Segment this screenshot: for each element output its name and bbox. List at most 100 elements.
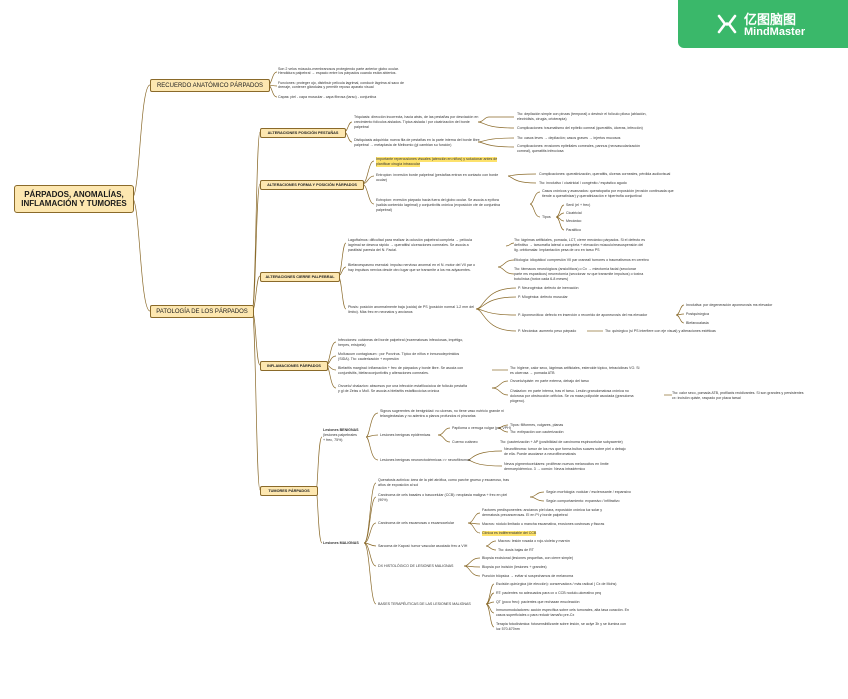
tto-chalazion-1: Tto: calor seco, pomada ATB, profilaxis … (672, 391, 804, 395)
cbc-1: Carcinoma de cels basales o basocelular … (378, 493, 508, 497)
mindmaster-logo-icon (716, 13, 738, 35)
tto-kaposi: Tto: dosis bajas de RT (498, 548, 534, 552)
tipo-paralitico: Paralítico (566, 228, 581, 232)
comp-distiquiasis-1: Complicaciones: erosiones epiteliales co… (517, 144, 641, 148)
infecciones-2: herpes, erisipela) (338, 343, 366, 347)
orzuelo-2: y gl de Zeiss o Moll. Se asocia a blefar… (338, 389, 440, 393)
dx-excisional: Biopsia excisional (lesiones pequeñas, c… (482, 556, 574, 560)
benignas-sub-2: + frec, 75%) (323, 438, 343, 442)
topic-cierre[interactable]: ALTERACIONES CIERRE PALPEBRAL (260, 272, 340, 282)
topic-patologia[interactable]: PATOLOGÍA DE LOS PÁRPADOS (150, 305, 254, 318)
kaposi: Sarcoma de Kaposi: tumor vascular asocia… (378, 544, 468, 548)
topic-forma-posicion[interactable]: ALTERACIONES FORMA Y POSICIÓN PÁRPADOS (260, 180, 364, 190)
queratosis-2: años de exposición al sol (378, 483, 419, 487)
tto-triquiasis-1: Tto: depilación simple con pinzas (tempo… (517, 112, 647, 116)
nevus-1: Nevus pigmentocelulares: proliferan nuev… (504, 462, 609, 466)
entropion-1: Entropion: inversión borde palpebral (pe… (376, 173, 499, 177)
queratosis-1: Queratosis actínica: área de la piel atr… (378, 478, 510, 482)
ptosis-blefarocalasia: Blefarocalasia (686, 321, 709, 325)
dx-puncion: Punción biópsica → evitar si sospechamos… (482, 574, 574, 578)
blefaritis-1: Blefaritis marginal: inflamación + frec … (338, 366, 464, 370)
p-neurogenica: P. Neurogénica: defecto de inervación (518, 286, 579, 290)
bases-foto-1: Terapia fotodinámica: fotosensibilizante… (496, 622, 627, 626)
etiologia: Etiología: idiopático/ compresión VII pa… (514, 258, 649, 262)
ectropion-1: Ectropion: eversión párpado hacia fuera … (376, 198, 499, 202)
cec: Carcinoma de cels escamosas o escamocelu… (378, 521, 455, 525)
molluscum-1: Molluscum contagiosum : por Poxvirus. Tí… (338, 352, 460, 356)
cbc-morfologia: Según morfología: nodular / esclerosante… (546, 490, 631, 494)
cec-macros: Macros: nódulo limitado u mancha escamat… (482, 522, 605, 526)
benignas-epidermicas: Lesiones benignas epidérmicas (380, 433, 431, 437)
mindmaster-brand-badge: 亿图脑图 MindMaster (678, 0, 848, 48)
lagoftalmos-3: parálisis/ paresia del N. Facial. (348, 248, 397, 252)
ptosis-postquirurgica: Postquirúrgica (686, 312, 709, 316)
comp-distiquiasis-2: corneal), queratitis infecciosa (517, 149, 564, 153)
blefaroespasmo-1: Blefaroespasmo esencial: impulso nervios… (348, 263, 476, 267)
nevus-2: dermoepidérmico. 3 → común: Nevus intrad… (504, 467, 586, 471)
tto-blefaro-3: botulínica (botox cada 6-8 meses) (514, 277, 569, 281)
comp-triquiasis: Complicaciones: traumatismo del epitelio… (517, 126, 643, 130)
p-aponeurotica: P. Aponeurótica: defecto en inserción o … (518, 313, 648, 317)
chalazion-2: dolorosa por obstrucción orificios. Se v… (510, 394, 634, 398)
benignas-sub-1: (lesiones palpebrales (323, 433, 357, 437)
triquiasis-1: Triquiasis: dirección incorrecta, hacia … (354, 115, 479, 119)
tipo-cicatricial: Cicatricial (566, 211, 582, 215)
tto-chalazion-2: cx: incisión quiste, raspado por placa t… (672, 396, 741, 400)
dx-incision: Biopsia por incisión (lesiones + grandes… (482, 565, 547, 569)
dx-histologico: DX HISTOLÓGICO DE LESIONES MALIGNAS (378, 564, 454, 568)
tto-entropion: Tto: involutivo / cicatricial / congénit… (539, 181, 627, 185)
lesiones-malignas[interactable]: Lesiones MALIGNAS (323, 541, 359, 546)
cec-clinica: Clínica es indiferenciable del CCB (482, 531, 537, 536)
blefaritis-2: conjuntivitis, blefaroconjuntivitis y al… (338, 371, 429, 375)
bases-inmuno-1: Inmunomoduladores: acción específica sob… (496, 608, 630, 612)
blefaroespasmo-2: hay impulsos nervios desde otro lugar qu… (348, 268, 471, 272)
distiquiasis-2: palpebral → metaplasia de Meibomio (gl c… (354, 143, 452, 147)
recuerdo-line-4: drenaje, contener glándulas y permitir r… (278, 85, 374, 89)
neurofibroma-1: Neurofibroma: tumor de los nvs que forma… (504, 447, 626, 451)
chalazion-1: Chalazion: en parte interna, tras el tar… (510, 389, 629, 393)
connector-lines (131, 71, 685, 628)
chalazion-3: piógeno). (510, 399, 525, 403)
distiquiasis-1: Distiquiasis adquirida: nueva fila de pe… (354, 138, 480, 142)
ptosis-2: limbo). Más frec en neonatos y ancianos (348, 310, 413, 314)
bases-rt: RT: pacientes no adecuados para cx o CCB… (496, 591, 602, 595)
brand-name-en: MindMaster (744, 26, 806, 38)
factores-1: Factores predisponentes: ancianos piel c… (482, 508, 603, 512)
bases-escision: Escisión quirúrgica (de elección): conse… (496, 582, 617, 586)
bases-terapeuticas: BASES TERAPÉUTICAS DE LAS LESIONES MALIG… (378, 602, 471, 606)
ptosis-involutiva: Involutiva: por degeneración aponeurosis… (686, 303, 773, 307)
lesiones-benignas[interactable]: Lesiones BENIGNAS (323, 428, 359, 433)
topic-recuerdo[interactable]: RECUERDO ANATÓMICO PÁRPADOS (150, 79, 270, 92)
lagoftalmos-2: lagrimal se deseca rápido → queratitis/ … (348, 243, 469, 247)
orzuelo-quiste: Orzuelo/quiste: en parte externa, debajo… (510, 379, 589, 383)
tipos-label: Tipos (542, 215, 551, 219)
tto-ptosis: Tto: quirúrgico (si PS interfiere con ej… (605, 329, 716, 333)
orzuelo-1: Orzuelo/ chalazion: abscesos por una inf… (338, 384, 468, 388)
triquiasis-2: crecimiento folículos aislados. Típica a… (354, 120, 470, 124)
infecciones-1: Infecciones: cutáneas del borde palpebra… (338, 338, 464, 342)
signos-1: Signos sugerentes de benignidad: no ulce… (380, 409, 504, 413)
root-topic[interactable]: PÁRPADOS, ANOMALÍAS, INFLAMACIÓN Y TUMOR… (14, 185, 134, 213)
ectropion-3: palpebral) (376, 208, 392, 212)
bases-foto-2: luz 570-670nm (496, 627, 520, 631)
comp-entropion: Complicaciones: queratinización, querati… (539, 172, 671, 176)
cuerno-cutaneo: Cuerno cutáneo (452, 440, 478, 444)
cbc-2: (90%) (378, 498, 388, 502)
topic-inflamaciones[interactable]: INFLAMACIONES PÁRPADOS (260, 361, 328, 371)
bases-qt: QT (poco frec): pacientes que rechazan e… (496, 600, 580, 604)
casos-2: tiende a queratinizar) y queratinización… (542, 194, 642, 198)
factores-2: dermatosis precancerosas. El en PI y bor… (482, 513, 568, 517)
ectropion-2: (salida contenido lagrimal) y conjuntivi… (376, 203, 501, 207)
recuerdo-line-2: Hendidura palpebral → espacio entre los … (278, 71, 397, 75)
topic-pestanas[interactable]: ALTERACIONES POSICIÓN PESTAÑAS (260, 128, 346, 138)
triquiasis-3: palpebral (354, 125, 369, 129)
neuroectodermicas: Lesiones benignas neuroectodérmicas >> n… (380, 458, 471, 462)
tipo-senil: Senil (el + frec) (566, 203, 591, 207)
tto-blefaro-1: Tto: fármacos neurológicos (ansiolíticos… (514, 267, 637, 271)
topic-tumores[interactable]: TUMORES PÁRPADOS (260, 486, 318, 496)
tto-lagoftalmos-3: lig. orbitomalar. Implantación pesa de o… (514, 248, 600, 252)
signos-2: telangiectasias y no adentra a planos pr… (380, 414, 476, 418)
importante-1: Importante repercusiones visuales (atenc… (376, 157, 498, 162)
kaposi-macros: Macros: lesión rosada o rojo-violeta y m… (498, 539, 570, 543)
entropion-2: ocular) (376, 178, 387, 182)
